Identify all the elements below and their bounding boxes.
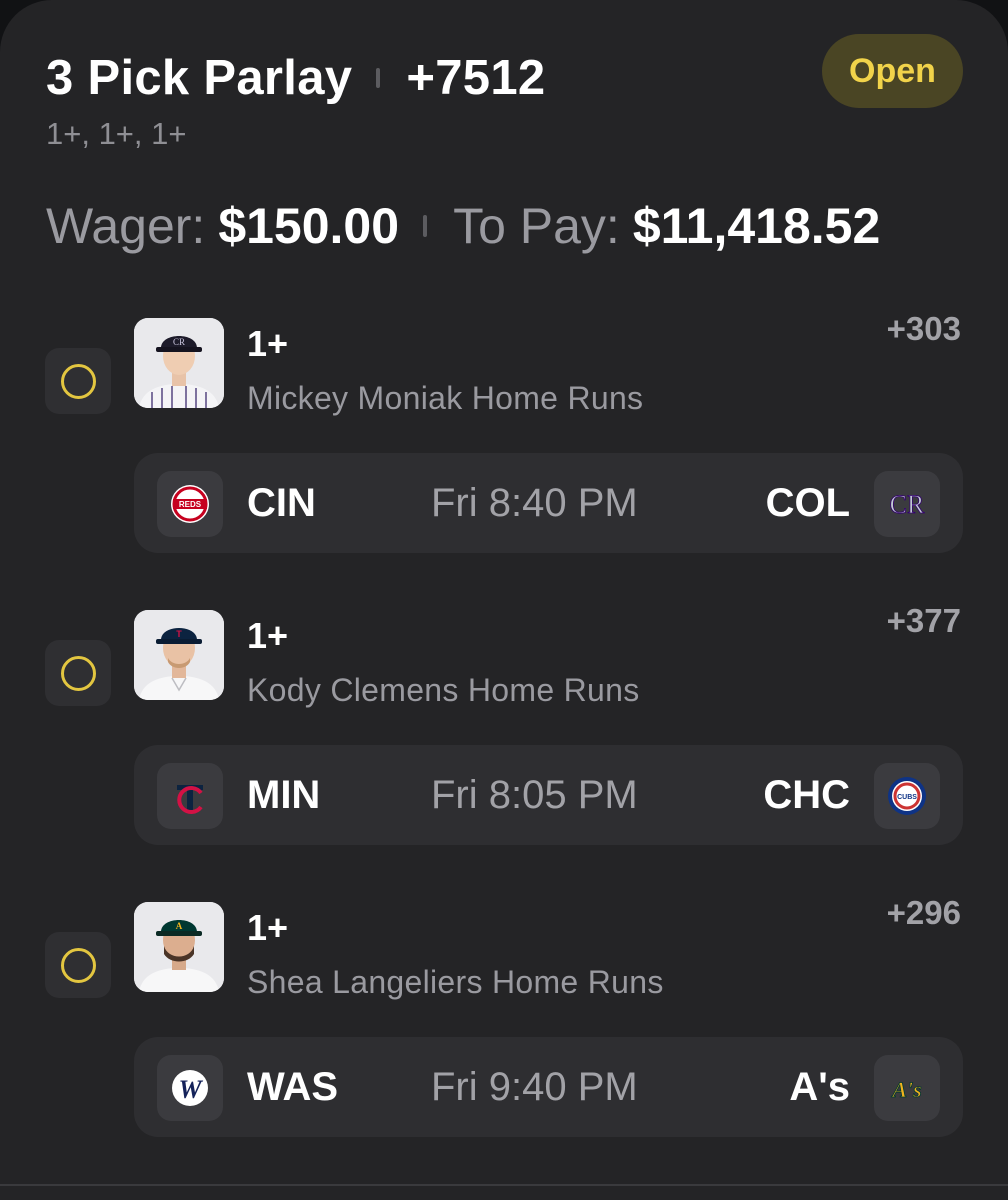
status-badge: Open	[822, 34, 963, 108]
pick-line: 1+	[247, 323, 289, 364]
pick-market: Shea Langeliers Home Runs	[247, 964, 664, 1000]
cap-logo-icon: A	[176, 921, 183, 931]
game-info[interactable]: MIN Fri 8:05 PM CHC CUBS	[134, 745, 963, 845]
payout-label: To Pay:	[453, 198, 620, 254]
home-team: CHC	[763, 773, 850, 817]
cap-logo-icon: T	[176, 629, 182, 639]
pending-circle-icon	[61, 364, 96, 399]
pick-status-indicator	[45, 640, 111, 706]
pick-line: 1+	[247, 907, 289, 948]
twins-logo-icon	[157, 763, 223, 829]
pick-odds: +377	[886, 602, 961, 639]
svg-text:CR: CR	[890, 490, 925, 519]
cap-logo-icon: CR	[173, 337, 185, 347]
away-team: WAS	[247, 1065, 339, 1109]
pick-row[interactable]: A 1+ Shea Langeliers Home Runs +296 W WA…	[0, 894, 1008, 1142]
payout-amount: $11,418.52	[632, 198, 881, 254]
wager-summary: Wager: $150.00 To Pay: $11,418.52	[46, 197, 880, 255]
parlay-legs-summary: 1+, 1+, 1+	[46, 116, 187, 151]
pick-odds: +296	[886, 894, 961, 931]
svg-text:A's: A's	[890, 1077, 921, 1102]
game-time: Fri 8:40 PM	[431, 481, 638, 525]
pending-circle-icon	[61, 948, 96, 983]
nationals-logo-icon: W	[157, 1055, 223, 1121]
pick-line: 1+	[247, 615, 289, 656]
away-team: MIN	[247, 773, 321, 817]
pick-row[interactable]: CR 1+ Mickey Moniak Home Runs +303 REDS …	[0, 310, 1008, 558]
home-team: COL	[765, 481, 850, 525]
game-info[interactable]: W WAS Fri 9:40 PM A's A's	[134, 1037, 963, 1137]
wager-label: Wager:	[46, 198, 206, 254]
pick-row[interactable]: T 1+ Kody Clemens Home Runs +377 MIN Fri…	[0, 602, 1008, 850]
parlay-name: 3 Pick Parlay	[46, 51, 353, 105]
parlay-card[interactable]: 3 Pick Parlay +7512 1+, 1+, 1+ Open Wage…	[0, 0, 1008, 1200]
svg-text:CUBS: CUBS	[897, 794, 917, 801]
player-headshot-athletics: A	[134, 902, 224, 992]
pick-market: Kody Clemens Home Runs	[247, 672, 640, 708]
pick-status-indicator	[45, 348, 111, 414]
game-time: Fri 8:05 PM	[431, 773, 638, 817]
title-divider	[376, 68, 381, 88]
game-time: Fri 9:40 PM	[431, 1065, 638, 1109]
svg-text:REDS: REDS	[179, 500, 202, 509]
reds-logo-icon: REDS	[157, 471, 223, 537]
pick-market: Mickey Moniak Home Runs	[247, 380, 644, 416]
cubs-logo-icon: CUBS	[874, 763, 940, 829]
wager-amount: $150.00	[218, 198, 400, 254]
pending-circle-icon	[61, 656, 96, 691]
game-info[interactable]: REDS CIN Fri 8:40 PM COL CR	[134, 453, 963, 553]
player-headshot-rockies: CR	[134, 318, 224, 408]
athletics-logo-icon: A's	[874, 1055, 940, 1121]
card-divider	[0, 1184, 1008, 1186]
parlay-title: 3 Pick Parlay +7512	[46, 50, 545, 106]
wager-divider	[423, 215, 428, 237]
pick-status-indicator	[45, 932, 111, 998]
svg-text:W: W	[178, 1075, 203, 1104]
home-team: A's	[789, 1065, 850, 1109]
pick-odds: +303	[886, 310, 961, 347]
away-team: CIN	[247, 481, 316, 525]
parlay-odds: +7512	[406, 51, 546, 105]
rockies-logo-icon: CR	[874, 471, 940, 537]
player-headshot-twins: T	[134, 610, 224, 700]
